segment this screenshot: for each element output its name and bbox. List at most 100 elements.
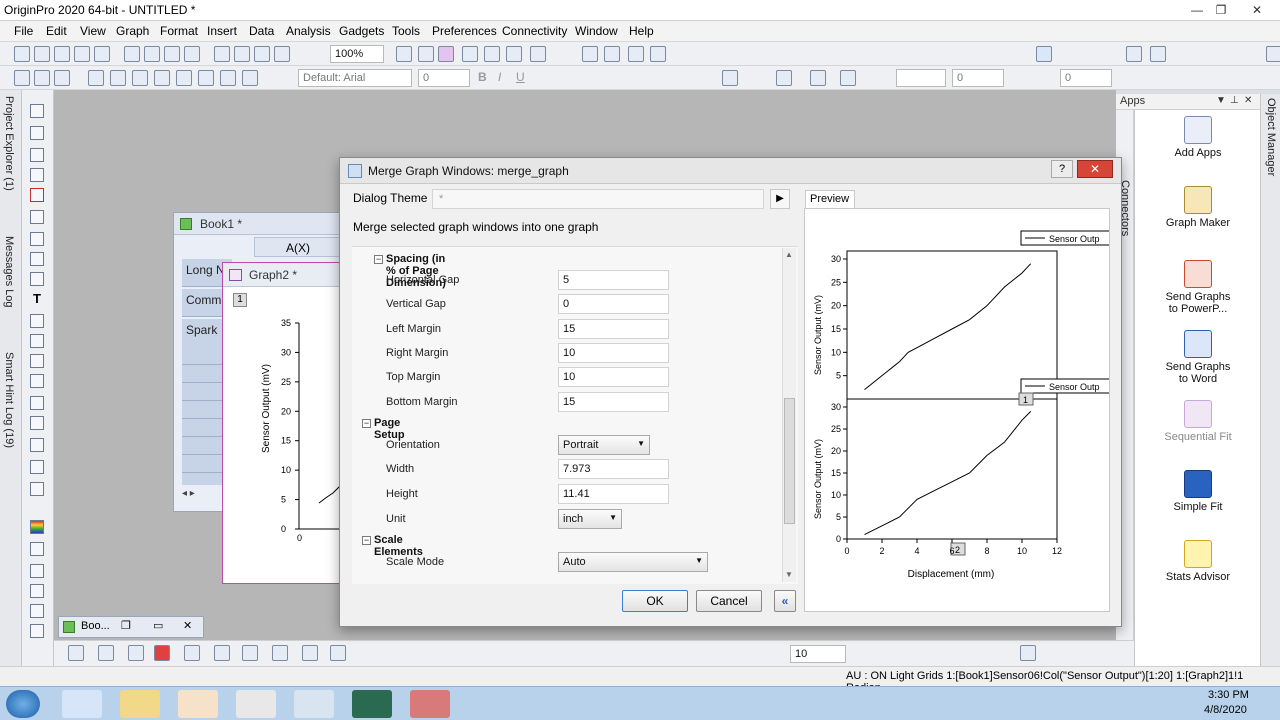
app-graph-maker[interactable]: Graph Maker (1135, 186, 1261, 229)
notepad-icon[interactable] (294, 690, 334, 718)
collapse-preview-button[interactable]: « (774, 590, 796, 612)
paste-format-icon[interactable] (110, 70, 126, 86)
curved-arrow-icon[interactable] (30, 334, 44, 348)
paste-icon[interactable] (54, 70, 70, 86)
close-icon[interactable]: ✕ (183, 619, 192, 632)
new-workbook-icon[interactable] (34, 46, 50, 62)
new-project-icon[interactable] (14, 46, 30, 62)
new-function-icon[interactable] (94, 46, 110, 62)
menu-window[interactable]: Window (575, 24, 618, 38)
command-window-icon[interactable] (484, 46, 500, 62)
menu-edit[interactable]: Edit (46, 24, 67, 38)
plot-scatter-icon[interactable] (98, 645, 114, 661)
help-button[interactable]: ? (1051, 160, 1073, 178)
right-margin-input[interactable]: 10 (558, 343, 669, 363)
digitizer-icon[interactable] (582, 46, 598, 62)
minimized-book[interactable]: Boo... ❐ ▭ ✕ (58, 616, 204, 638)
column-a-header[interactable]: A(X) (254, 237, 342, 257)
maximize-icon[interactable]: ▭ (153, 619, 163, 632)
rectangle-tool-icon[interactable] (30, 374, 44, 388)
pointer-icon[interactable] (30, 104, 44, 118)
zoom-out-icon[interactable] (30, 148, 44, 162)
collapse-icon[interactable]: − (374, 255, 383, 264)
collapse-icon[interactable]: − (362, 419, 371, 428)
menu-view[interactable]: View (80, 24, 106, 38)
more-icon[interactable] (1266, 46, 1280, 62)
zoom-select[interactable]: 100% (330, 45, 384, 63)
plot-template-icon[interactable] (330, 645, 346, 661)
scroll-up-icon[interactable]: ▲ (785, 250, 793, 259)
width-input[interactable]: 7.973 (558, 459, 669, 479)
menu-graph[interactable]: Graph (116, 24, 149, 38)
copy-icon[interactable] (34, 70, 50, 86)
arrange-layers-icon[interactable] (1020, 645, 1036, 661)
copy-format-icon[interactable] (88, 70, 104, 86)
open-excel-icon[interactable] (164, 46, 180, 62)
ok-button[interactable]: OK (622, 590, 688, 612)
open-template-icon[interactable] (144, 46, 160, 62)
horizontal-gap-input[interactable]: 5 (558, 270, 669, 290)
enable-icon[interactable] (30, 584, 44, 598)
close-dialog-button[interactable]: ✕ (1077, 160, 1113, 178)
results-log-icon[interactable] (462, 46, 478, 62)
start-icon[interactable] (6, 690, 40, 718)
line-color-icon[interactable] (840, 70, 856, 86)
fill-color-icon[interactable] (776, 70, 792, 86)
menu-help[interactable]: Help (629, 24, 654, 38)
data-reader-icon[interactable] (30, 188, 44, 202)
data-selector-icon[interactable] (30, 210, 44, 224)
origin-icon[interactable] (410, 690, 450, 718)
plot-statistics-icon[interactable] (272, 645, 288, 661)
line-size-select[interactable]: 0 (952, 69, 1004, 87)
redo-icon[interactable] (154, 70, 170, 86)
menu-analysis[interactable]: Analysis (286, 24, 331, 38)
menu-preferences[interactable]: Preferences (432, 24, 497, 38)
collapse-icon[interactable]: − (362, 536, 371, 545)
plot-line-icon[interactable] (68, 645, 84, 661)
menu-file[interactable]: File (14, 24, 33, 38)
symbol-size-select[interactable]: 0 (1060, 69, 1112, 87)
explorer-icon[interactable] (120, 690, 160, 718)
open-icon[interactable] (124, 46, 140, 62)
script-window-icon[interactable] (506, 46, 522, 62)
duplicate-icon[interactable] (418, 46, 434, 62)
arrow-tool-icon[interactable] (30, 314, 44, 328)
mask-points-icon[interactable] (30, 272, 44, 286)
app-send-powerpoint[interactable]: Send Graphs to PowerP... (1160, 260, 1236, 315)
pin-icon[interactable]: ⊥ (1230, 95, 1239, 106)
orientation-select[interactable]: Portrait ▼ (558, 435, 650, 455)
app-sequential-fit[interactable]: Sequential Fit (1135, 400, 1261, 443)
lock-icon[interactable] (30, 482, 44, 496)
cancel-button[interactable]: Cancel (696, 590, 762, 612)
app-icon[interactable] (352, 690, 392, 718)
grid-icon[interactable] (30, 604, 44, 618)
sheet-nav-icon[interactable]: ◂ ▸ (182, 488, 195, 499)
project-explorer-tab[interactable]: Project Explorer (1) (3, 96, 15, 191)
dialog-theme-select[interactable]: * (432, 189, 764, 209)
front-icon[interactable] (176, 70, 192, 86)
zoom-icon[interactable] (30, 126, 44, 140)
app-simple-fit[interactable]: Simple Fit (1135, 470, 1261, 513)
new-matrix-icon[interactable] (74, 46, 90, 62)
close-apps-icon[interactable]: ✕ (1244, 95, 1252, 106)
recent-books-icon[interactable] (184, 46, 200, 62)
vertical-gap-input[interactable]: 0 (558, 294, 669, 314)
italic-icon[interactable]: I (498, 70, 514, 86)
app-send-word[interactable]: Send Graphs to Word (1160, 330, 1236, 385)
line-tool-icon[interactable] (30, 354, 44, 368)
plot-column-icon[interactable] (154, 645, 170, 661)
export-icon[interactable] (254, 46, 270, 62)
close-window-button[interactable]: ✕ (1240, 2, 1274, 18)
bold-icon[interactable]: B (478, 70, 494, 86)
pattern-icon[interactable] (810, 70, 826, 86)
menu-data[interactable]: Data (249, 24, 274, 38)
apps-menu-icon[interactable]: ▼ (1216, 95, 1226, 106)
back-icon[interactable] (198, 70, 214, 86)
underline-icon[interactable]: U (516, 70, 532, 86)
plot-special-icon[interactable] (302, 645, 318, 661)
save-template-icon[interactable] (234, 46, 250, 62)
layer-icon[interactable] (628, 46, 644, 62)
font-size-select[interactable]: 0 (418, 69, 470, 87)
unknown-tool-icon[interactable] (30, 542, 44, 556)
settings-scrollbar[interactable]: ▲ ▼ (782, 248, 796, 582)
